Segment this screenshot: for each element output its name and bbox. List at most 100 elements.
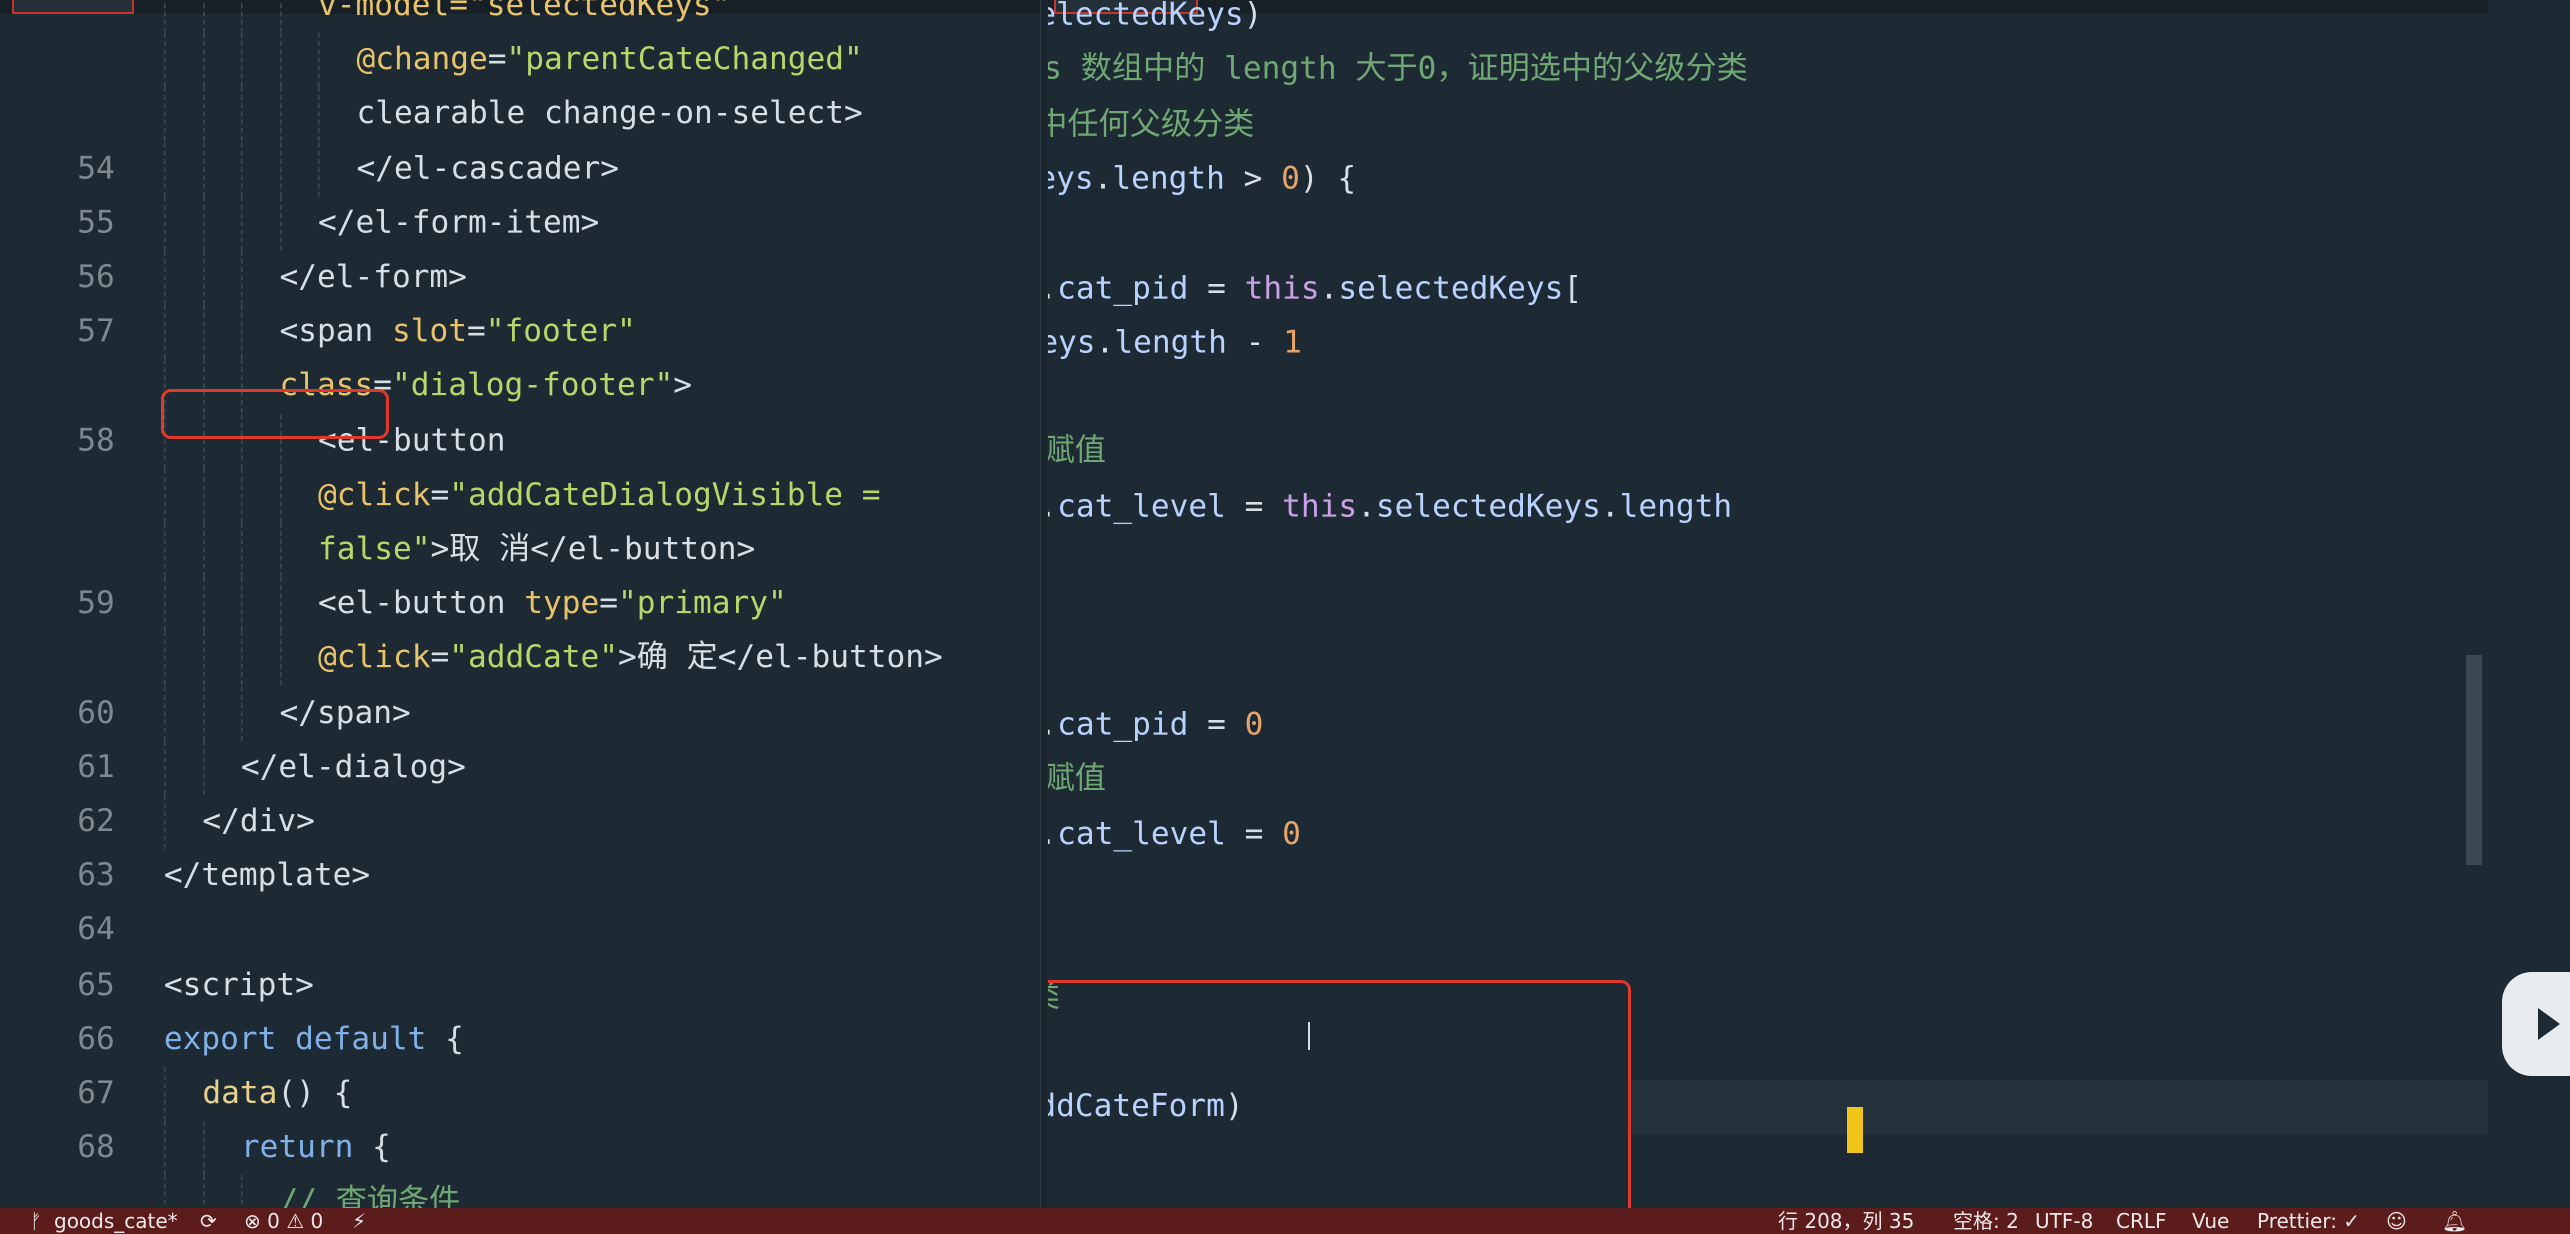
code-line[interactable]: v-model="selectedKeys" — [0, 0, 1040, 33]
problems-indicator[interactable]: ⊗ 0 ⚠ 0 — [244, 1208, 323, 1234]
code-line[interactable]: 200// 父级分类的Id — [1048, 643, 2488, 697]
code-line[interactable]: 54 </el-cascader> — [0, 141, 1040, 197]
code-line[interactable]: 194this.selectedKeys.length - 1 — [1048, 316, 2488, 370]
code-text[interactable]: </el-cascader> — [356, 142, 618, 196]
prettier-status[interactable]: Prettier: ✓ — [2257, 1208, 2360, 1234]
indent-guide — [240, 686, 243, 741]
code-line[interactable]: false">取 消</el-button> — [0, 522, 1040, 577]
code-token: type — [524, 585, 600, 622]
code-token: - — [1226, 324, 1284, 361]
branch-icon[interactable]: ᚠ — [30, 1208, 42, 1234]
code-text[interactable]: this.addCateForm.cat_level = 0 — [1048, 807, 1301, 861]
code-text[interactable]: @click="addCateDialogVisible = — [318, 468, 881, 522]
code-line[interactable]: 58 <el-button — [0, 414, 1040, 469]
code-line[interactable]: 203this.addCateForm.cat_level = 0 — [1048, 807, 2488, 861]
code-text[interactable]: return { — [241, 1121, 391, 1175]
code-text[interactable]: this.addCateForm.cat_level = this.select… — [1048, 480, 1732, 534]
code-text[interactable]: </el-form-item> — [318, 196, 599, 250]
line-ending[interactable]: CRLF — [2116, 1208, 2167, 1234]
code-line[interactable]: 57 <span slot="footer" — [0, 305, 1040, 360]
code-text[interactable]: clearable change-on-select> — [356, 88, 862, 142]
code-line[interactable]: 68 return { — [0, 1121, 1040, 1176]
code-token: "primary" — [618, 585, 787, 622]
code-line[interactable]: 198return — [1048, 534, 2488, 588]
code-token: . — [1048, 815, 1057, 851]
code-text[interactable]: </el-dialog> — [241, 740, 466, 794]
code-line[interactable]: 61 </el-dialog> — [0, 740, 1040, 795]
indent-guide — [163, 468, 166, 523]
code-line[interactable]: // 查询条件 — [0, 1175, 1040, 1208]
code-text[interactable]: export default { — [164, 1013, 464, 1067]
code-line[interactable]: 191if (this.selectedKeys.length > 0) { — [1048, 152, 2488, 206]
code-text[interactable]: </el-form> — [279, 251, 466, 305]
code-line[interactable]: 201this.addCateForm.cat_pid = 0 — [1048, 698, 2488, 752]
code-line[interactable]: 195] — [1048, 371, 2488, 425]
code-line[interactable]: class="dialog-footer"> — [0, 359, 1040, 414]
code-text[interactable]: data() { — [202, 1067, 352, 1121]
code-line[interactable]: @change="parentCateChanged" — [0, 33, 1040, 88]
code-text[interactable]: this.addCateForm.cat_pid = this.selected… — [1048, 261, 1582, 315]
code-text[interactable]: v-model="selectedKeys" — [318, 0, 730, 33]
code-text[interactable]: if (this.selectedKeys.length > 0) { — [1048, 152, 1356, 206]
code-line[interactable]: 62 </div> — [0, 794, 1040, 850]
code-line[interactable]: 190// 反之，就说明没有选中任何父级分类 — [1048, 98, 2488, 152]
code-text[interactable]: <span slot="footer" — [279, 305, 635, 359]
code-text[interactable]: this.addCateForm.cat_pid = 0 — [1048, 698, 1263, 752]
code-text[interactable]: @change="parentCateChanged" — [356, 33, 862, 87]
code-line[interactable]: 59 <el-button type="primary" — [0, 577, 1040, 632]
code-line[interactable]: 55 </el-form-item> — [0, 196, 1040, 251]
right-editor-pane[interactable]: 188console.log(this.selectedKeys)189// 如… — [1048, 0, 2488, 1208]
code-text[interactable]: </template> — [164, 849, 370, 903]
code-line[interactable]: 56 </el-form> — [0, 250, 1040, 305]
indent-guide — [202, 577, 205, 632]
smiley-icon[interactable]: ☺ — [2386, 1208, 2407, 1234]
code-line[interactable]: 205}, — [1048, 916, 2488, 970]
indent-setting[interactable]: 空格: 2 — [1953, 1208, 2019, 1234]
cursor-position[interactable]: 行 208，列 35 — [1778, 1208, 1914, 1234]
code-line[interactable]: 67 data() { — [0, 1066, 1040, 1122]
indent-guide — [240, 305, 243, 360]
code-line[interactable]: 197this.addCateForm.cat_level = this.sel… — [1048, 480, 2488, 534]
lightning-icon[interactable]: ⚡ — [352, 1208, 366, 1234]
language-mode[interactable]: Vue — [2192, 1208, 2229, 1234]
code-text[interactable]: // 如果 selectedKeys 数组中的 length 大于0，证明选中的… — [1048, 43, 1748, 97]
code-line[interactable]: 199} else { — [1048, 589, 2488, 643]
indent-guide — [163, 1066, 166, 1122]
code-line[interactable]: 192// 父级分类的Id — [1048, 207, 2488, 261]
code-line[interactable]: 202// 为当前分类的等级赋值 — [1048, 753, 2488, 807]
code-line[interactable]: 193this.addCateForm.cat_pid = this.selec… — [1048, 261, 2488, 315]
code-line[interactable]: 66 export default { — [0, 1013, 1040, 1067]
code-text[interactable]: console.log(this.selectedKeys) — [1048, 0, 1262, 43]
indent-guide — [279, 631, 282, 686]
code-line[interactable]: 65 <script> — [0, 958, 1040, 1012]
code-line[interactable]: @click="addCate">确 定</el-button> — [0, 631, 1040, 686]
code-text[interactable]: // 为当前分类的等级赋值 — [1048, 753, 1106, 807]
code-text[interactable]: @click="addCate">确 定</el-button> — [318, 632, 943, 686]
code-line[interactable]: 60 </span> — [0, 686, 1040, 741]
code-line[interactable]: 63 </template> — [0, 849, 1040, 903]
code-text[interactable]: <script> — [164, 958, 314, 1012]
code-text[interactable]: </span> — [279, 686, 410, 740]
branch-name[interactable]: goods_cate* — [54, 1208, 178, 1234]
code-text[interactable]: <el-button type="primary" — [318, 577, 787, 631]
code-line[interactable]: 64 — [0, 904, 1040, 958]
right-scrollbar-thumb[interactable] — [2466, 655, 2482, 865]
code-text[interactable]: // 反之，就说明没有选中任何父级分类 — [1048, 98, 1254, 152]
encoding[interactable]: UTF-8 — [2035, 1208, 2093, 1234]
code-line[interactable]: clearable change-on-select> — [0, 87, 1040, 142]
code-line[interactable]: 204} — [1048, 862, 2488, 916]
code-text[interactable]: </div> — [202, 795, 315, 849]
code-text[interactable]: this.selectedKeys.length - 1 — [1048, 316, 1302, 370]
code-line[interactable]: 196// 为当前分类的等级赋值 — [1048, 425, 2488, 479]
code-line[interactable]: 188console.log(this.selectedKeys) — [1048, 0, 2488, 43]
code-text[interactable]: false">取 消</el-button> — [318, 523, 755, 577]
sync-icon[interactable]: ⟳ — [200, 1208, 217, 1234]
play-icon[interactable] — [2538, 1008, 2560, 1040]
code-text[interactable]: // 查询条件 — [279, 1176, 460, 1208]
left-editor-pane[interactable]: v-model="selectedKeys" @change="parentCat… — [0, 0, 1040, 1208]
code-text[interactable]: // 为当前分类的等级赋值 — [1048, 425, 1106, 479]
code-line[interactable]: @click="addCateDialogVisible = — [0, 468, 1040, 523]
code-line[interactable]: 189// 如果 selectedKeys 数组中的 length 大于0，证明… — [1048, 43, 2488, 97]
code-token: 0 — [1282, 815, 1301, 852]
bell-icon[interactable]: 🔔︎ — [2442, 1208, 2467, 1234]
